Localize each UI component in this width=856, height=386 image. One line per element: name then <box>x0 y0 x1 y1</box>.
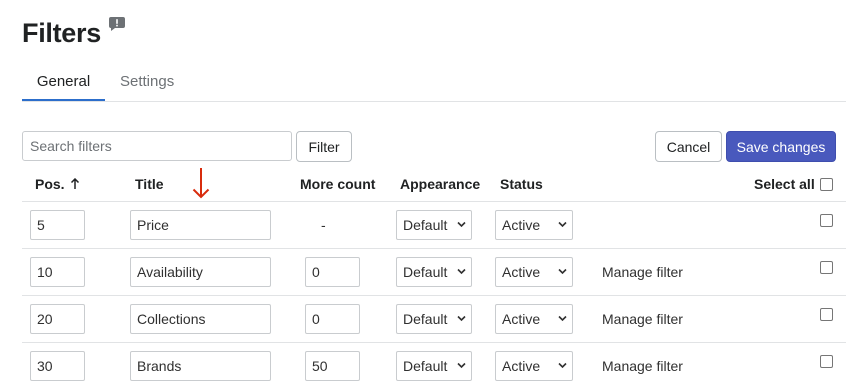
more-count-input[interactable]: 0 <box>305 257 360 287</box>
row-select-checkbox[interactable] <box>820 308 833 321</box>
position-input[interactable]: 10 <box>30 257 85 287</box>
feedback-icon[interactable] <box>108 17 125 31</box>
tab-settings[interactable]: Settings <box>120 64 174 100</box>
save-changes-button[interactable]: Save changes <box>726 131 836 162</box>
appearance-select-value: Default <box>403 264 448 280</box>
page-header: Filters <box>22 14 125 52</box>
title-input[interactable]: Brands <box>130 351 271 381</box>
red-arrow-down-icon <box>192 168 210 199</box>
row-divider <box>22 295 846 296</box>
select-all-checkbox[interactable] <box>820 178 833 191</box>
appearance-select-value: Default <box>403 358 448 374</box>
manage-filter-link[interactable]: Manage filter <box>602 264 683 280</box>
position-input[interactable]: 30 <box>30 351 85 381</box>
row-divider <box>22 201 846 202</box>
search-input[interactable] <box>22 131 292 161</box>
tab-bar: General Settings <box>22 64 846 102</box>
column-header-status: Status <box>500 176 543 192</box>
manage-filter-link[interactable]: Manage filter <box>602 358 683 374</box>
appearance-select[interactable]: Default <box>396 210 472 240</box>
position-input[interactable]: 20 <box>30 304 85 334</box>
title-input[interactable]: Availability <box>130 257 271 287</box>
appearance-select[interactable]: Default <box>396 351 472 381</box>
row-select-checkbox[interactable] <box>820 261 833 274</box>
status-select[interactable]: Active <box>495 257 573 287</box>
column-header-title: Title <box>135 176 164 192</box>
chevron-down-icon <box>558 362 567 369</box>
column-header-appearance: Appearance <box>400 176 481 192</box>
row-divider <box>22 342 846 343</box>
chevron-down-icon <box>457 268 466 275</box>
status-select[interactable]: Active <box>495 304 573 334</box>
status-select-value: Active <box>502 264 541 280</box>
row-select-checkbox[interactable] <box>820 214 833 227</box>
chevron-down-icon <box>457 362 466 369</box>
title-input[interactable]: Price <box>130 210 271 240</box>
status-select-value: Active <box>502 311 541 327</box>
appearance-select-value: Default <box>403 217 448 233</box>
page-title: Filters <box>22 18 101 48</box>
more-count-input[interactable]: 50 <box>305 351 360 381</box>
appearance-select-value: Default <box>403 311 448 327</box>
title-input[interactable]: Collections <box>130 304 271 334</box>
status-select-value: Active <box>502 358 541 374</box>
more-count-input[interactable]: 0 <box>305 304 360 334</box>
chevron-down-icon <box>558 221 567 228</box>
chevron-down-icon <box>558 315 567 322</box>
manage-filter-link[interactable]: Manage filter <box>602 311 683 327</box>
select-all-label: Select all <box>754 176 815 192</box>
filter-button[interactable]: Filter <box>296 131 352 162</box>
row-select-checkbox[interactable] <box>820 355 833 368</box>
chevron-down-icon <box>558 268 567 275</box>
arrow-up-icon[interactable] <box>70 178 80 190</box>
tab-general[interactable]: General <box>22 64 105 101</box>
status-select[interactable]: Active <box>495 351 573 381</box>
column-header-pos[interactable]: Pos. <box>35 176 65 193</box>
chevron-down-icon <box>457 315 466 322</box>
row-divider <box>22 248 846 249</box>
appearance-select[interactable]: Default <box>396 257 472 287</box>
chevron-down-icon <box>457 221 466 228</box>
cancel-button[interactable]: Cancel <box>655 131 722 162</box>
column-header-more-count: More count <box>300 176 376 192</box>
more-count-value: - <box>321 217 326 233</box>
status-select-value: Active <box>502 217 541 233</box>
position-input[interactable]: 5 <box>30 210 85 240</box>
status-select[interactable]: Active <box>495 210 573 240</box>
appearance-select[interactable]: Default <box>396 304 472 334</box>
